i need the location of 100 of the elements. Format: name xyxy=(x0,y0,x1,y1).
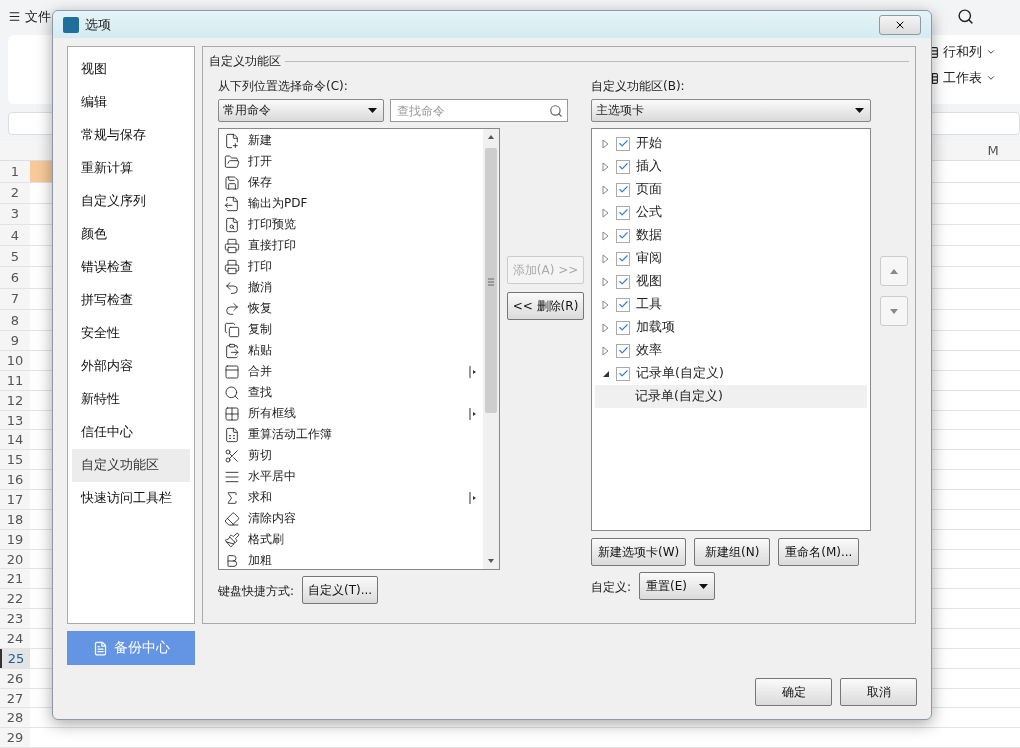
command-source-dropdown[interactable]: 常用命令 xyxy=(218,99,384,123)
checkbox[interactable] xyxy=(616,182,630,197)
search-icon[interactable] xyxy=(957,8,974,26)
ok-button[interactable]: 确定 xyxy=(755,678,832,707)
ribbon-tabs-dropdown[interactable]: 主选项卡 xyxy=(591,99,871,123)
scrollbar[interactable] xyxy=(483,129,499,570)
sidebar-item[interactable]: 快速访问工具栏 xyxy=(72,482,190,516)
menu-icon[interactable] xyxy=(8,10,21,24)
checkbox[interactable] xyxy=(616,366,630,381)
command-item[interactable]: 格式刷 xyxy=(219,529,483,551)
sidebar-item[interactable]: 信任中心 xyxy=(72,416,190,450)
checkbox[interactable] xyxy=(616,297,630,312)
sidebar-item[interactable]: 外部内容 xyxy=(72,350,190,384)
checkbox[interactable] xyxy=(616,136,630,151)
row-number[interactable]: 6 xyxy=(0,267,30,288)
row-number[interactable]: 10 xyxy=(0,351,30,370)
ribbon-action-button[interactable]: 新建组(N) xyxy=(694,538,771,567)
search-field[interactable]: 查找命令 xyxy=(395,102,549,119)
row-number[interactable]: 23 xyxy=(0,609,30,629)
command-item[interactable]: 重算活动工作簿 xyxy=(219,424,483,446)
expand-icon[interactable] xyxy=(602,322,610,333)
command-item[interactable]: 保存 xyxy=(219,172,483,194)
checkbox[interactable] xyxy=(616,343,630,358)
command-item[interactable]: 撤消 xyxy=(219,277,483,299)
expand-icon[interactable] xyxy=(602,345,610,356)
tree-item[interactable]: 记录单(自定义) xyxy=(595,362,867,386)
command-item[interactable]: 打开 xyxy=(219,151,483,173)
row-number[interactable]: 24 xyxy=(0,629,30,648)
checkbox[interactable] xyxy=(616,205,630,220)
expand-icon[interactable] xyxy=(602,299,610,310)
tree-item[interactable]: 工具 xyxy=(595,293,867,317)
command-item[interactable]: 合并 xyxy=(219,361,483,383)
checkbox[interactable] xyxy=(616,320,630,335)
row-number[interactable]: 21 xyxy=(0,569,30,589)
row-number[interactable]: 2 xyxy=(0,182,30,203)
sidebar-item[interactable]: 颜色 xyxy=(72,218,190,252)
sidebar-item[interactable]: 编辑 xyxy=(72,86,190,120)
command-item[interactable]: 粘贴 xyxy=(219,340,483,362)
file-menu[interactable]: 文件 xyxy=(25,7,51,26)
expand-icon[interactable] xyxy=(602,161,610,172)
command-item[interactable]: 加粗 xyxy=(219,550,483,572)
command-item[interactable]: 恢复 xyxy=(219,298,483,320)
row-number[interactable]: 15 xyxy=(0,450,30,470)
tree-item[interactable]: 插入 xyxy=(595,155,867,179)
command-item[interactable]: 打印 xyxy=(219,256,483,278)
sidebar-item[interactable]: 常规与保存 xyxy=(72,119,190,153)
sidebar-item[interactable]: 错误检查 xyxy=(72,251,190,285)
command-item[interactable]: 查找 xyxy=(219,382,483,404)
tree-item[interactable]: 效率 xyxy=(595,339,867,363)
command-item[interactable]: 剪切 xyxy=(219,445,483,467)
command-item[interactable]: 求和 xyxy=(219,487,483,509)
command-item[interactable]: 新建 xyxy=(219,130,483,152)
checkbox[interactable] xyxy=(616,159,630,174)
row-number[interactable]: 17 xyxy=(0,490,30,509)
sidebar-item[interactable]: 拼写检查 xyxy=(72,284,190,318)
row-number[interactable]: 9 xyxy=(0,331,30,350)
sidebar-item[interactable]: 视图 xyxy=(72,53,190,87)
sidebar-item[interactable]: 安全性 xyxy=(72,317,190,351)
close-button[interactable] xyxy=(879,14,921,35)
move-down-button[interactable] xyxy=(880,296,908,327)
column-header[interactable]: M xyxy=(966,143,1020,159)
tree-item[interactable]: 审阅 xyxy=(595,247,867,271)
search-box[interactable]: 查找命令 xyxy=(390,99,568,123)
sidebar-item[interactable]: 重新计算 xyxy=(72,152,190,186)
sidebar-item[interactable]: 新特性 xyxy=(72,383,190,417)
row-number[interactable]: 4 xyxy=(0,224,30,246)
row-number[interactable]: 29 xyxy=(0,728,30,748)
command-item[interactable]: 水平居中 xyxy=(219,466,483,488)
tree-item[interactable]: 视图 xyxy=(595,270,867,294)
tree-item[interactable]: 页面 xyxy=(595,178,867,202)
expand-icon[interactable] xyxy=(602,138,610,149)
filled-cell[interactable] xyxy=(30,161,52,182)
cancel-button[interactable]: 取消 xyxy=(840,678,917,707)
tree-item[interactable]: 公式 xyxy=(595,201,867,225)
checkbox[interactable] xyxy=(616,251,630,266)
tree-item[interactable]: 记录单(自定义) xyxy=(595,385,867,409)
row-number[interactable]: 7 xyxy=(0,288,30,309)
customize-shortcut-button[interactable]: 自定义(T)... xyxy=(302,576,379,605)
tree-item[interactable]: 加载项 xyxy=(595,316,867,340)
command-item[interactable]: 直接打印 xyxy=(219,235,483,257)
sidebar-item[interactable]: 自定义序列 xyxy=(72,185,190,219)
move-up-button[interactable] xyxy=(880,256,908,287)
tree-item[interactable]: 数据 xyxy=(595,224,867,248)
expand-icon[interactable] xyxy=(602,207,610,218)
row-number[interactable]: 22 xyxy=(0,589,30,609)
row-number[interactable]: 8 xyxy=(0,309,30,331)
remove-button[interactable]: << 删除(R) xyxy=(507,292,584,321)
command-item[interactable]: 打印预览 xyxy=(219,214,483,236)
command-item[interactable]: 复制 xyxy=(219,319,483,341)
command-item[interactable]: 所有框线 xyxy=(219,403,483,425)
checkbox[interactable] xyxy=(616,228,630,243)
row-number[interactable]: 28 xyxy=(0,708,30,728)
checkbox[interactable] xyxy=(616,274,630,289)
ribbon-action-button[interactable]: 重命名(M)... xyxy=(778,538,860,567)
tree-item[interactable]: 开始 xyxy=(595,132,867,156)
row-number[interactable]: 5 xyxy=(0,246,30,267)
reset-button[interactable]: 重置(E) xyxy=(639,572,716,601)
command-item[interactable]: 输出为PDF xyxy=(219,193,483,215)
row-number[interactable]: 16 xyxy=(0,470,30,489)
expand-icon[interactable] xyxy=(602,230,610,241)
